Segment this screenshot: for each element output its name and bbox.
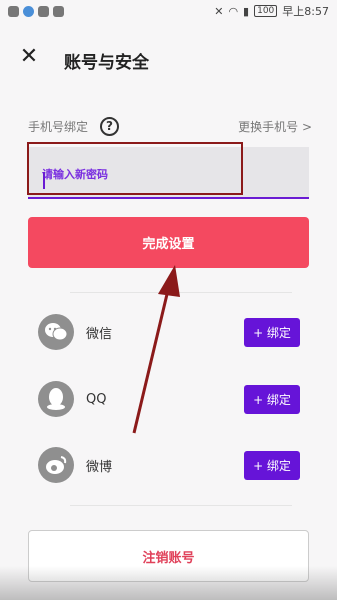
change-phone-link[interactable]: 更换手机号 >	[238, 118, 312, 135]
bind-wechat-button[interactable]: + 绑定	[244, 317, 300, 347]
annotation-arrow	[132, 265, 180, 434]
mute-icon: ✕	[214, 4, 224, 18]
navigation-bar	[0, 566, 337, 600]
notification-icons	[8, 5, 64, 17]
annotation-box	[27, 142, 243, 195]
social-row-weibo: 微博 + 绑定	[38, 447, 300, 483]
page-title: 账号与安全	[64, 53, 149, 73]
status-indicators: ✕ ◠ ▮ 100 早上8:57	[214, 3, 329, 19]
social-name: 微博	[86, 459, 113, 475]
divider	[70, 292, 292, 293]
message-icon	[8, 5, 19, 17]
bind-qq-button[interactable]: + 绑定	[244, 384, 300, 414]
clock: 早上8:57	[282, 5, 329, 18]
phone-bind-row: 手机号绑定 ? 更换手机号 >	[28, 116, 312, 136]
phone-bind-label: 手机号绑定	[28, 119, 89, 134]
chat-icon	[53, 5, 64, 17]
divider	[70, 505, 292, 506]
qq-icon	[38, 381, 74, 417]
battery-icon: 100	[254, 5, 278, 17]
social-name: QQ	[86, 391, 107, 407]
app-icon	[23, 5, 34, 17]
social-row-qq: QQ + 绑定	[38, 381, 300, 417]
weibo-icon	[38, 447, 74, 483]
signal-icon: ▮	[243, 4, 250, 18]
wifi-icon: ◠	[228, 4, 239, 18]
help-icon[interactable]: ?	[100, 116, 120, 136]
complete-setup-button[interactable]: 完成设置	[28, 217, 309, 268]
image-icon	[38, 5, 49, 17]
bind-weibo-button[interactable]: + 绑定	[244, 450, 300, 480]
status-bar: ✕ ◠ ▮ 100 早上8:57	[0, 0, 337, 22]
wechat-icon	[38, 314, 74, 350]
social-name: 微信	[86, 326, 113, 342]
header: ✕ 账号与安全	[0, 40, 337, 80]
social-row-wechat: 微信 + 绑定	[38, 314, 300, 350]
close-button[interactable]: ✕	[18, 46, 40, 68]
